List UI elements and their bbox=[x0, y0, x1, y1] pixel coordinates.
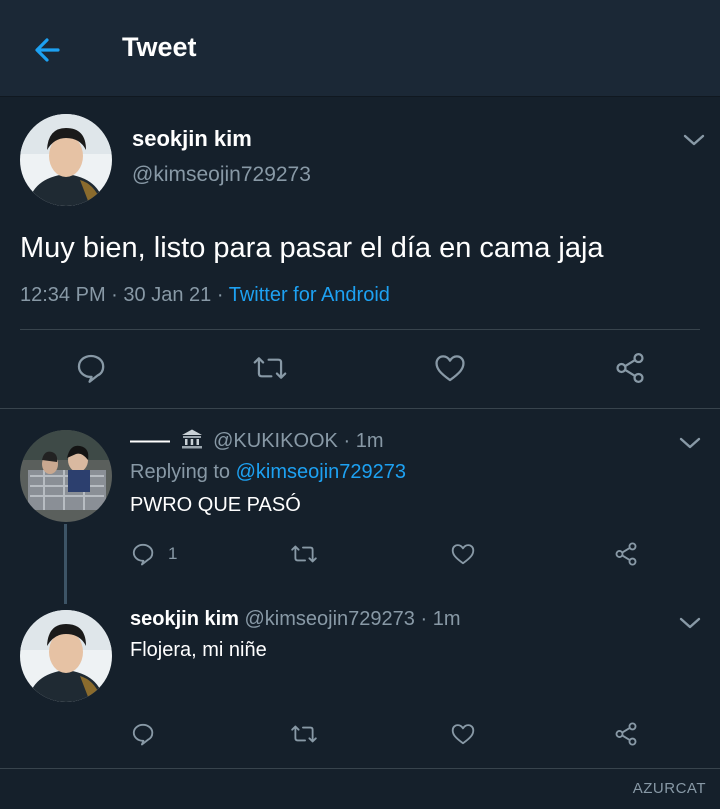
retweet-icon bbox=[253, 357, 287, 379]
meta-separator: · bbox=[420, 608, 428, 630]
reply-header: seokjin kim @kimseojin729273 · 1m bbox=[130, 608, 461, 631]
share-button[interactable] bbox=[612, 721, 640, 747]
tweet-meta: 12:34 PM · 30 Jan 21 · Twitter for Andro… bbox=[20, 284, 390, 307]
author-name[interactable]: seokjin kim bbox=[132, 126, 252, 152]
thread-connector bbox=[64, 524, 67, 604]
reply-icon bbox=[132, 723, 154, 746]
retweet-button[interactable] bbox=[252, 351, 288, 385]
author-name[interactable]: —— bbox=[130, 430, 170, 452]
divider bbox=[0, 408, 720, 409]
watermark: AZURCAT bbox=[632, 780, 706, 797]
chevron-down-icon[interactable] bbox=[676, 613, 704, 633]
reply-text: Flojera, mi niñe bbox=[130, 639, 267, 661]
reply-time: 1m bbox=[355, 430, 384, 452]
divider bbox=[0, 768, 720, 769]
page-title: Tweet bbox=[122, 32, 197, 62]
avatar[interactable] bbox=[20, 114, 112, 206]
author-handle[interactable]: @KUKIKOOK bbox=[213, 430, 338, 452]
share-button[interactable] bbox=[612, 541, 640, 567]
share-icon bbox=[615, 542, 637, 566]
meta-separator: · bbox=[216, 284, 224, 306]
reply-header: —— @KUKIKOOK · 1m bbox=[130, 428, 384, 456]
replying-to-link[interactable]: @kimseojin729273 bbox=[236, 461, 406, 483]
like-icon bbox=[451, 724, 475, 745]
reply-icon bbox=[77, 354, 105, 383]
retweet-icon bbox=[291, 725, 317, 743]
author-handle[interactable]: @kimseojin729273 bbox=[132, 163, 311, 187]
like-button[interactable] bbox=[450, 541, 476, 567]
share-button[interactable] bbox=[612, 351, 648, 385]
like-icon bbox=[451, 544, 475, 565]
reply-text: PWRO QUE PASÓ bbox=[130, 494, 301, 516]
top-bar: Tweet bbox=[0, 0, 720, 96]
reply-button[interactable] bbox=[74, 351, 108, 385]
meta-separator: · bbox=[111, 284, 118, 306]
back-arrow-icon[interactable] bbox=[28, 30, 68, 70]
reply-button[interactable]: 1 bbox=[130, 541, 177, 567]
share-icon bbox=[616, 352, 644, 384]
divider bbox=[20, 329, 700, 330]
reply-count: 1 bbox=[168, 544, 178, 563]
retweet-button[interactable] bbox=[290, 541, 318, 567]
replying-to: Replying to @kimseojin729273 bbox=[130, 461, 406, 484]
author-name[interactable]: seokjin kim bbox=[130, 608, 239, 630]
tweet-text: Muy bien, listo para pasar el día en cam… bbox=[20, 232, 604, 264]
reply-icon bbox=[132, 543, 154, 566]
retweet-icon bbox=[291, 545, 317, 563]
chevron-down-icon[interactable] bbox=[676, 433, 704, 453]
replying-label: Replying to bbox=[130, 461, 231, 483]
share-icon bbox=[615, 722, 637, 746]
meta-separator: · bbox=[343, 430, 351, 452]
retweet-button[interactable] bbox=[290, 721, 318, 747]
bank-icon bbox=[180, 428, 204, 456]
chevron-down-icon[interactable] bbox=[680, 130, 708, 150]
reply-button[interactable] bbox=[130, 721, 156, 747]
like-icon bbox=[435, 355, 465, 382]
like-button[interactable] bbox=[433, 351, 467, 385]
tweet-time: 12:34 PM bbox=[20, 284, 106, 306]
reply-time: 1m bbox=[432, 608, 461, 630]
avatar[interactable] bbox=[20, 430, 112, 522]
tweet-source-link[interactable]: Twitter for Android bbox=[229, 284, 390, 306]
tweet-date: 30 Jan 21 bbox=[123, 284, 212, 306]
author-handle[interactable]: @kimseojin729273 bbox=[245, 608, 415, 630]
avatar[interactable] bbox=[20, 610, 112, 702]
like-button[interactable] bbox=[450, 721, 476, 747]
